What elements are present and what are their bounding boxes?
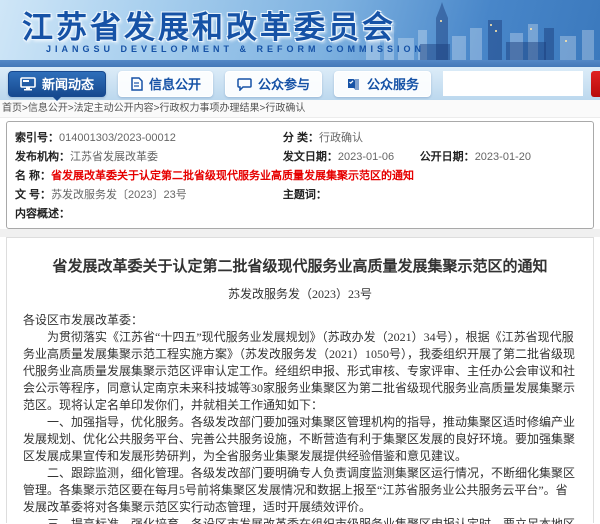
nav-item-info-disclosure[interactable]: 信息公开 xyxy=(118,71,213,97)
chat-bubble-icon xyxy=(237,77,252,91)
document-number-label: 文 号： xyxy=(15,186,51,205)
site-title-english: JIANGSU DEVELOPMENT & REFORM COMMISSION xyxy=(46,44,425,54)
nav-item-news[interactable]: 新闻动态 xyxy=(8,71,106,97)
public-date-label: 公开日期： xyxy=(420,148,475,167)
section-gap xyxy=(0,229,600,237)
metadata-row: 内容概述： xyxy=(15,205,585,224)
site-title: 江苏省发展和改革委员会 xyxy=(22,2,396,47)
nav-item-label: 公众服务 xyxy=(367,74,419,93)
article-title: 省发展改革委关于认定第二批省级现代服务业高质量发展集聚示范区的通知 xyxy=(23,255,577,276)
banner-divider-band xyxy=(0,60,600,67)
article-salutation: 各设区市发展改革委： xyxy=(23,312,577,329)
metadata-row: 文 号：苏发改服务发〔2023〕23号 主题词： xyxy=(15,186,585,205)
article-paragraph: 为贯彻落实《江苏省“十四五”现代服务业发展规划》（苏政办发（2021）34号），… xyxy=(23,329,577,414)
issuing-agency-value: 江苏省发展改革委 xyxy=(70,148,158,167)
metadata-row: 发布机构：江苏省发展改革委 发文日期：2023-01-06 公开日期：2023-… xyxy=(15,148,585,167)
breadcrumb[interactable]: 首页>信息公开>法定主动公开内容>行政权力事项办理结果>行政确认 xyxy=(0,100,600,118)
monitor-news-icon xyxy=(20,77,36,91)
content-summary-label: 内容概述： xyxy=(15,205,70,224)
article-paragraph: 二、跟踪监测，细化管理。各级发改部门要明确专人负责调度监测集聚区运行情况，不断细… xyxy=(23,465,577,516)
nav-item-label: 新闻动态 xyxy=(42,74,94,93)
nav-item-label: 信息公开 xyxy=(149,74,201,93)
article-content: 省发展改革委关于认定第二批省级现代服务业高质量发展集聚示范区的通知 苏发改服务发… xyxy=(6,237,594,523)
main-navigation: 新闻动态 信息公开 公众参与 公众服务 检索 xyxy=(0,67,600,100)
search-area: 检索 xyxy=(443,71,600,97)
site-banner: 江苏省发展和改革委员会 JIANGSU DEVELOPMENT & REFORM… xyxy=(0,0,600,60)
issue-date-label: 发文日期： xyxy=(283,148,338,167)
article-paragraph: 三、提高标准，强化培育。各设区市发展改革委在组织市级服务业集聚区申报认定时，要立… xyxy=(23,516,577,524)
issue-date-value: 2023-01-06 xyxy=(338,148,394,167)
document-icon xyxy=(130,77,143,91)
category-label: 分 类： xyxy=(283,129,319,148)
nav-item-public-services[interactable]: 公众服务 xyxy=(334,71,431,97)
article-paragraph: 一、加强指导，优化服务。各级发改部门要加强对集聚区管理机构的指导，推动集聚区适时… xyxy=(23,414,577,465)
document-number-value: 苏发改服务发〔2023〕23号 xyxy=(51,186,187,205)
search-input[interactable] xyxy=(443,71,583,96)
nav-item-label: 公众参与 xyxy=(258,74,310,93)
category-value: 行政确认 xyxy=(319,129,363,148)
issuing-agency-label: 发布机构： xyxy=(15,148,70,167)
nav-item-public-participation[interactable]: 公众参与 xyxy=(225,71,322,97)
metadata-row: 索引号：014001303/2023-00012 分 类：行政确认 xyxy=(15,129,585,148)
book-icon xyxy=(346,77,361,91)
search-button[interactable]: 检索 xyxy=(591,71,600,97)
document-name-label: 名 称： xyxy=(15,167,51,186)
document-name-value: 省发展改革委关于认定第二批省级现代服务业高质量发展集聚示范区的通知 xyxy=(51,167,414,186)
article-body: 各设区市发展改革委： 为贯彻落实《江苏省“十四五”现代服务业发展规划》（苏政办发… xyxy=(23,312,577,524)
public-date-value: 2023-01-20 xyxy=(475,148,531,167)
article-doc-number: 苏发改服务发（2023）23号 xyxy=(23,285,577,302)
index-number-label: 索引号： xyxy=(15,129,59,148)
index-number-value: 014001303/2023-00012 xyxy=(59,129,176,148)
metadata-row: 名 称：省发展改革委关于认定第二批省级现代服务业高质量发展集聚示范区的通知 xyxy=(15,167,585,186)
document-metadata-table: 索引号：014001303/2023-00012 分 类：行政确认 发布机构：江… xyxy=(6,121,594,229)
keywords-label: 主题词： xyxy=(283,186,327,205)
